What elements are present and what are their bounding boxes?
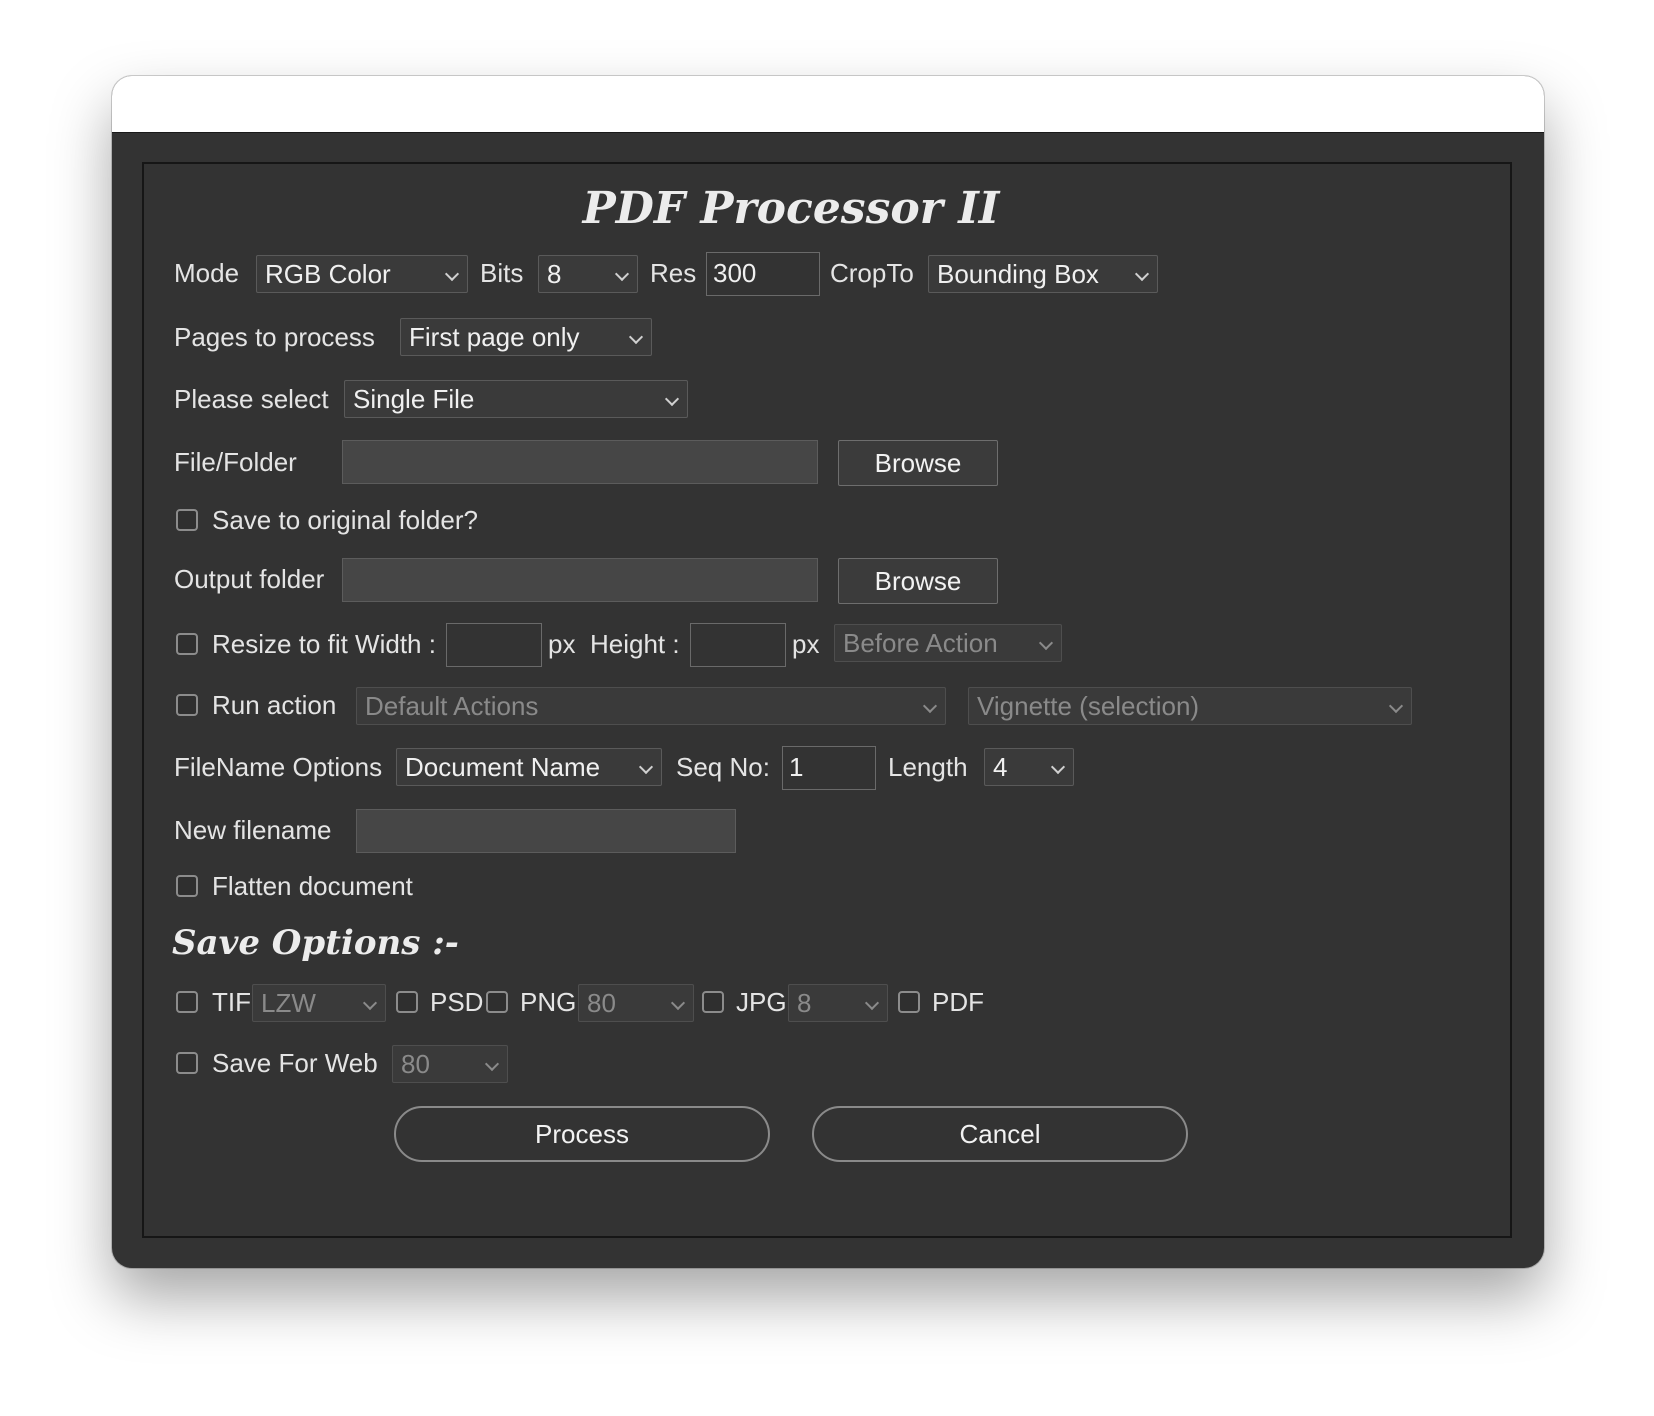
chevron-down-icon — [362, 995, 378, 1011]
png-quality-value: 80 — [587, 988, 616, 1018]
length-dropdown-value: 4 — [993, 752, 1008, 782]
file-folder-browse-button[interactable]: Browse — [838, 440, 998, 486]
tif-compression-dropdown[interactable]: LZW — [252, 984, 386, 1022]
chevron-down-icon — [1134, 266, 1150, 282]
resize-width-unit: px — [548, 629, 576, 659]
filename-options-label: FileName Options — [174, 752, 383, 782]
output-folder-browse-button[interactable]: Browse — [838, 558, 998, 604]
select-dropdown-value: Single File — [353, 384, 475, 414]
filename-options-value: Document Name — [405, 752, 601, 782]
cropto-dropdown-value: Bounding Box — [937, 259, 1099, 289]
flatten-label: Flatten document — [212, 871, 413, 901]
bits-dropdown[interactable]: 8 — [538, 255, 638, 293]
jpg-label: JPG — [736, 987, 787, 1017]
save-original-label: Save to original folder? — [212, 505, 478, 535]
new-filename-label: New filename — [174, 815, 332, 845]
action-set-dropdown[interactable]: Default Actions — [356, 687, 946, 725]
chevron-down-icon — [614, 266, 630, 282]
chevron-down-icon — [628, 329, 644, 345]
action-value: Vignette (selection) — [977, 691, 1200, 721]
bits-dropdown-value: 8 — [547, 259, 562, 289]
jpg-quality-value: 8 — [797, 988, 812, 1018]
dialog-window: PDF Processor II Mode RGB Color Bits 8 R… — [112, 76, 1544, 1268]
resize-height-label: Height : — [590, 629, 680, 659]
chevron-down-icon — [1050, 759, 1066, 775]
seq-no-label: Seq No: — [676, 752, 770, 782]
dialog-title: PDF Processor II — [582, 183, 1000, 234]
process-button[interactable]: Process — [394, 1106, 770, 1162]
file-folder-label: File/Folder — [174, 447, 297, 477]
jpg-checkbox[interactable] — [702, 991, 724, 1013]
run-action-checkbox[interactable] — [176, 694, 198, 716]
bits-label: Bits — [480, 258, 524, 288]
psd-label: PSD — [430, 987, 484, 1017]
png-checkbox[interactable] — [486, 991, 508, 1013]
mode-label: Mode — [174, 258, 240, 288]
cancel-button[interactable]: Cancel — [812, 1106, 1188, 1162]
resize-width-input[interactable] — [446, 623, 542, 667]
filename-options-dropdown[interactable]: Document Name — [396, 748, 662, 786]
psd-checkbox[interactable] — [396, 991, 418, 1013]
title-bar[interactable] — [112, 76, 1544, 133]
tif-checkbox[interactable] — [176, 991, 198, 1013]
pdf-checkbox[interactable] — [898, 991, 920, 1013]
web-quality-dropdown[interactable]: 80 — [392, 1045, 508, 1083]
resize-checkbox[interactable] — [176, 633, 198, 655]
save-options-heading: Save Options :- — [172, 923, 459, 963]
run-action-label: Run action — [212, 690, 337, 720]
chevron-down-icon — [484, 1056, 500, 1072]
png-quality-dropdown[interactable]: 80 — [578, 984, 694, 1022]
file-folder-input[interactable] — [342, 440, 818, 484]
select-label: Please select — [174, 384, 329, 414]
save-for-web-label: Save For Web — [212, 1048, 378, 1078]
cropto-label: CropTo — [830, 258, 914, 288]
resize-height-input[interactable] — [690, 623, 786, 667]
pdf-label: PDF — [932, 987, 984, 1017]
web-quality-value: 80 — [401, 1049, 430, 1079]
dialog-panel: PDF Processor II Mode RGB Color Bits 8 R… — [142, 162, 1512, 1238]
chevron-down-icon — [444, 266, 460, 282]
pages-label: Pages to process — [174, 322, 375, 352]
mode-dropdown[interactable]: RGB Color — [256, 255, 468, 293]
length-dropdown[interactable]: 4 — [984, 748, 1074, 786]
chevron-down-icon — [638, 759, 654, 775]
pages-dropdown-value: First page only — [409, 322, 580, 352]
chevron-down-icon — [922, 698, 938, 714]
resize-timing-dropdown[interactable]: Before Action — [834, 624, 1062, 662]
pages-dropdown[interactable]: First page only — [400, 318, 652, 356]
png-label: PNG — [520, 987, 577, 1017]
select-dropdown[interactable]: Single File — [344, 380, 688, 418]
mode-dropdown-value: RGB Color — [265, 259, 391, 289]
output-folder-input[interactable] — [342, 558, 818, 602]
resize-width-label: Resize to fit Width : — [212, 629, 436, 659]
chevron-down-icon — [1388, 698, 1404, 714]
cropto-dropdown[interactable]: Bounding Box — [928, 255, 1158, 293]
tif-label: TIF — [212, 987, 251, 1017]
flatten-checkbox[interactable] — [176, 875, 198, 897]
new-filename-input[interactable] — [356, 809, 736, 853]
resize-timing-value: Before Action — [843, 628, 998, 658]
save-original-checkbox[interactable] — [176, 509, 198, 531]
action-set-value: Default Actions — [365, 691, 539, 721]
save-for-web-checkbox[interactable] — [176, 1052, 198, 1074]
res-label: Res — [650, 258, 697, 288]
tif-compression-value: LZW — [261, 988, 316, 1018]
res-input[interactable]: 300 — [706, 252, 820, 296]
output-folder-label: Output folder — [174, 564, 324, 594]
chevron-down-icon — [664, 391, 680, 407]
chevron-down-icon — [1038, 635, 1054, 651]
length-label: Length — [888, 752, 968, 782]
chevron-down-icon — [864, 995, 880, 1011]
chevron-down-icon — [670, 995, 686, 1011]
resize-height-unit: px — [792, 629, 820, 659]
jpg-quality-dropdown[interactable]: 8 — [788, 984, 888, 1022]
action-dropdown[interactable]: Vignette (selection) — [968, 687, 1412, 725]
seq-no-input[interactable]: 1 — [782, 746, 876, 790]
